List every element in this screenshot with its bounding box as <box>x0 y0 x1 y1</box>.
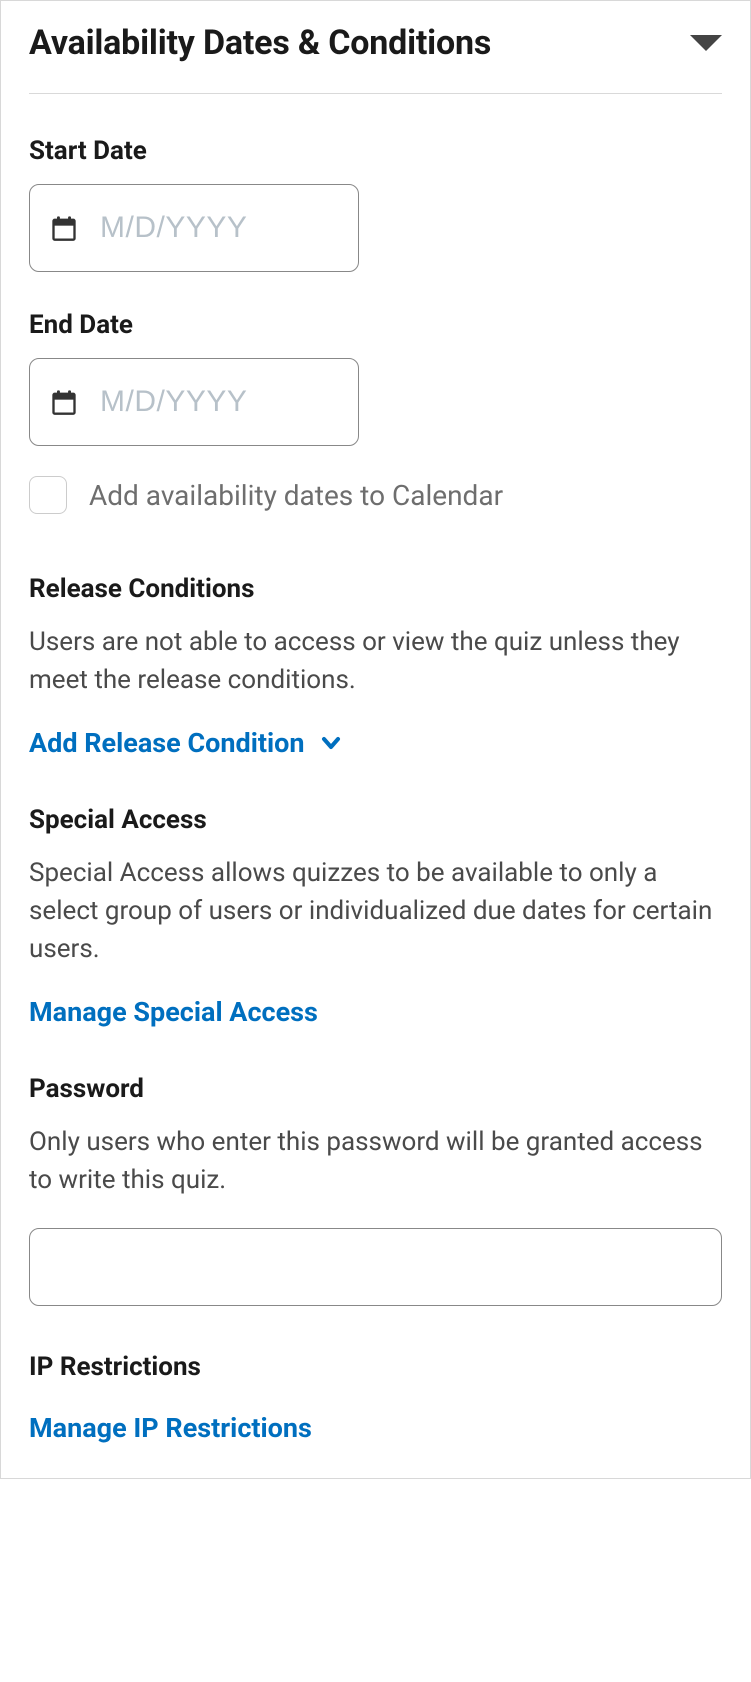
release-conditions-section: Release Conditions Users are not able to… <box>29 574 722 759</box>
start-date-input-wrapper[interactable] <box>29 184 359 272</box>
start-date-label: Start Date <box>29 136 722 166</box>
calendar-icon <box>50 388 78 416</box>
special-access-title: Special Access <box>29 805 722 835</box>
add-release-condition-button[interactable]: Add Release Condition <box>29 727 343 759</box>
end-date-input-wrapper[interactable] <box>29 358 359 446</box>
release-conditions-title: Release Conditions <box>29 574 722 604</box>
panel-header: Availability Dates & Conditions <box>29 23 722 94</box>
end-date-label: End Date <box>29 310 722 340</box>
end-date-field: End Date <box>29 310 722 446</box>
release-conditions-description: Users are not able to access or view the… <box>29 624 722 699</box>
password-description: Only users who enter this password will … <box>29 1124 722 1199</box>
ip-restrictions-title: IP Restrictions <box>29 1352 722 1382</box>
calendar-checkbox[interactable] <box>29 476 67 514</box>
calendar-icon <box>50 214 78 242</box>
start-date-input[interactable] <box>100 211 338 245</box>
calendar-checkbox-row[interactable]: Add availability dates to Calendar <box>29 476 722 514</box>
ip-restrictions-section: IP Restrictions Manage IP Restrictions <box>29 1352 722 1444</box>
manage-special-access-label: Manage Special Access <box>29 996 318 1028</box>
password-title: Password <box>29 1074 722 1104</box>
add-release-condition-label: Add Release Condition <box>29 727 305 759</box>
password-input[interactable] <box>29 1228 722 1306</box>
calendar-checkbox-label: Add availability dates to Calendar <box>89 479 503 512</box>
special-access-section: Special Access Special Access allows qui… <box>29 805 722 1028</box>
panel-title: Availability Dates & Conditions <box>29 23 491 63</box>
password-section: Password Only users who enter this passw… <box>29 1074 722 1305</box>
start-date-field: Start Date <box>29 136 722 272</box>
manage-ip-restrictions-label: Manage IP Restrictions <box>29 1412 312 1444</box>
manage-special-access-button[interactable]: Manage Special Access <box>29 996 318 1028</box>
chevron-down-icon <box>319 731 343 755</box>
collapse-icon[interactable] <box>690 35 722 51</box>
availability-panel: Availability Dates & Conditions Start Da… <box>0 0 751 1479</box>
special-access-description: Special Access allows quizzes to be avai… <box>29 855 722 968</box>
manage-ip-restrictions-button[interactable]: Manage IP Restrictions <box>29 1412 312 1444</box>
end-date-input[interactable] <box>100 385 338 419</box>
